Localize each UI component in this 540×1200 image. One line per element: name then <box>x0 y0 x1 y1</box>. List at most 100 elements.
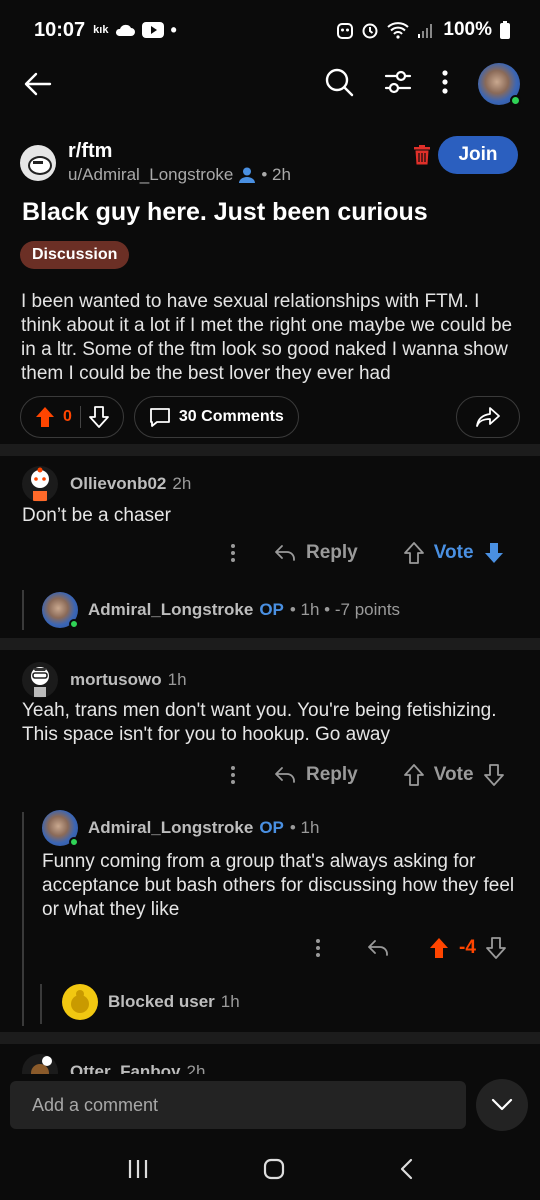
share-button[interactable] <box>456 396 520 438</box>
post-author[interactable]: u/Admiral_Longstroke <box>68 165 233 185</box>
commenter-name[interactable]: Otter_Fanboy <box>70 1062 181 1074</box>
nested-header: Blocked user 1h <box>62 984 240 1020</box>
comment-bubble-icon <box>150 408 170 427</box>
post-score: 0 <box>63 408 72 425</box>
vote-separator <box>79 406 81 428</box>
comment-age: 2h <box>186 1062 206 1074</box>
reply-author[interactable]: Admiral_Longstroke <box>88 818 253 838</box>
filter-button[interactable] <box>384 69 412 100</box>
post-body: I been wanted to have sexual relationshi… <box>21 291 513 384</box>
home-icon[interactable] <box>263 1158 285 1180</box>
snoo-avatar-icon <box>31 1056 52 1074</box>
system-nav-bar <box>0 1138 540 1200</box>
back-button[interactable] <box>20 66 56 102</box>
post-header: r/ftm u/Admiral_Longstroke • 2h <box>20 140 291 185</box>
comments-count: 30 Comments <box>178 408 284 425</box>
comment-text: Yeah, trans men don't want you. You're b… <box>22 700 497 745</box>
downvote-icon[interactable] <box>89 406 109 428</box>
post-actions: 0 30 Comments <box>20 396 520 438</box>
more-icon[interactable] <box>315 938 321 958</box>
comment-header: Ollievonb02 2h <box>22 466 191 502</box>
battery-percent: 100% <box>443 19 492 40</box>
op-badge: OP <box>259 818 284 837</box>
comment-vote: Vote <box>403 764 504 786</box>
reply-button[interactable]: Reply <box>274 764 358 786</box>
commenter-name[interactable]: mortusowo <box>70 670 162 690</box>
upvote-filled-icon[interactable] <box>35 406 55 428</box>
more-icon[interactable] <box>230 543 236 563</box>
comment: Ollievonb02 2h Don’t be a chaser Reply V… <box>0 456 540 636</box>
reply-author[interactable]: Admiral_Longstroke <box>88 600 253 620</box>
youtube-icon <box>142 22 165 38</box>
reply-score: -4 <box>459 937 476 958</box>
more-options-button[interactable] <box>442 69 448 100</box>
subreddit-avatar[interactable] <box>20 144 56 181</box>
status-time: 10:07 <box>34 18 86 41</box>
reply-arrow-icon[interactable] <box>367 939 389 957</box>
snoo-avatar-icon <box>31 667 49 697</box>
vote-label: Vote <box>433 542 474 563</box>
comment-text: Don’t be a chaser <box>22 505 171 526</box>
post-author-line: u/Admiral_Longstroke • 2h <box>68 165 291 185</box>
more-icon[interactable] <box>230 765 236 785</box>
upvote-filled-icon[interactable] <box>429 937 449 959</box>
commenter-avatar[interactable] <box>22 1054 58 1074</box>
comment: Otter_Fanboy 2h <box>0 1044 540 1074</box>
commenter-avatar[interactable] <box>22 466 58 502</box>
profile-avatar[interactable] <box>478 63 521 106</box>
app-bar-actions <box>324 63 521 106</box>
comment-actions: Reply Vote <box>230 542 504 564</box>
upvote-icon[interactable] <box>403 764 424 786</box>
reply-meta: • 1h • -7 points <box>289 600 401 619</box>
comment-composer: Add a comment <box>0 1074 540 1138</box>
snoo-avatar-icon <box>31 467 49 501</box>
collapse-button[interactable] <box>476 1079 528 1131</box>
downvote-filled-icon[interactable] <box>484 542 504 564</box>
search-button[interactable] <box>324 67 354 102</box>
post-meta: r/ftm u/Admiral_Longstroke • 2h <box>68 140 291 185</box>
comment-divider <box>0 638 540 650</box>
reply-meta: • 1h <box>289 818 320 837</box>
cloud-icon <box>116 24 136 36</box>
downvote-icon[interactable] <box>486 937 506 959</box>
reply-avatar[interactable] <box>42 810 79 847</box>
blocked-user-label: Blocked user <box>108 992 215 1011</box>
sliders-icon <box>384 70 412 93</box>
comments-button[interactable]: 30 Comments <box>133 396 299 438</box>
back-nav-icon[interactable] <box>399 1158 413 1180</box>
arrow-left-icon <box>24 72 52 96</box>
reply-button[interactable]: Reply <box>274 542 358 564</box>
comment-input[interactable]: Add a comment <box>10 1081 466 1129</box>
comment-header: Otter_Fanboy 2h <box>22 1054 205 1074</box>
comment-age: 1h <box>167 670 187 689</box>
subreddit-name[interactable]: r/ftm <box>68 140 291 163</box>
trash-icon <box>414 145 430 165</box>
dot-icon: • <box>170 19 177 40</box>
delete-button[interactable] <box>414 145 430 170</box>
person-icon <box>239 167 256 183</box>
upvote-icon[interactable] <box>403 542 424 564</box>
downvote-icon[interactable] <box>483 764 504 786</box>
online-status-dot <box>69 619 79 629</box>
thread-line <box>22 590 24 630</box>
thread-line <box>40 984 42 1024</box>
reply-label: Reply <box>306 764 358 785</box>
share-icon <box>476 407 500 427</box>
reply-actions: -4 <box>315 937 506 959</box>
vote-label: Vote <box>433 764 474 785</box>
chevron-down-icon <box>491 1098 513 1111</box>
commenter-avatar[interactable] <box>22 662 58 698</box>
post: r/ftm u/Admiral_Longstroke • 2h Join Bla… <box>0 124 540 444</box>
reply-avatar[interactable] <box>42 592 79 629</box>
vote-pill: 0 <box>20 396 124 438</box>
reply-header: Admiral_Longstroke OP • 1h • -7 points <box>42 592 401 629</box>
commenter-name[interactable]: Ollievonb02 <box>70 474 166 494</box>
join-button[interactable]: Join <box>438 136 518 174</box>
recent-apps-icon[interactable] <box>127 1159 149 1179</box>
app-bar <box>0 54 540 114</box>
kebab-icon <box>442 69 448 94</box>
thread-line <box>22 812 24 1026</box>
comment-header: mortusowo 1h <box>22 662 187 698</box>
post-flair[interactable]: Discussion <box>20 241 130 269</box>
reply-vote: -4 <box>429 937 506 959</box>
